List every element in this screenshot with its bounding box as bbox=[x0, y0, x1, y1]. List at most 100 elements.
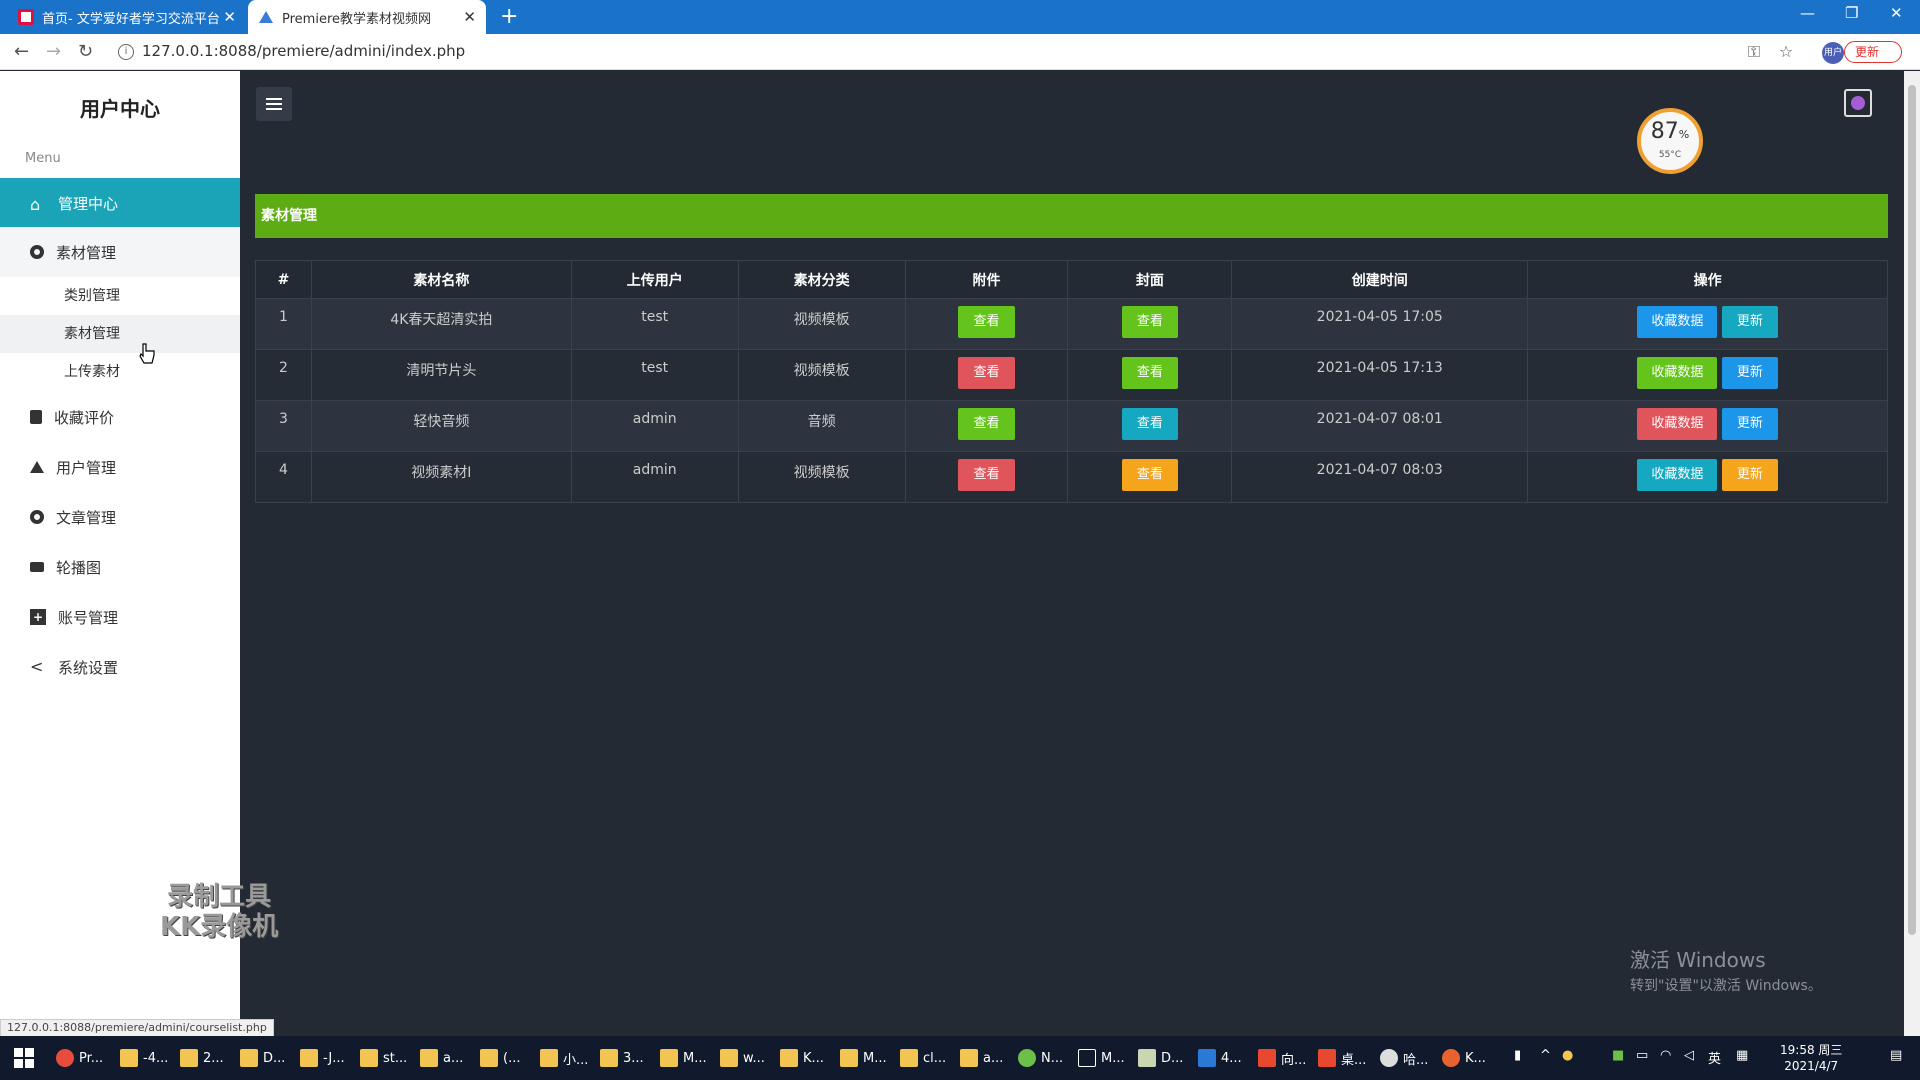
taskbar-item[interactable]: Pr... bbox=[56, 1046, 103, 1070]
view-cover-button[interactable]: 查看 bbox=[1121, 357, 1178, 389]
taskbar-item[interactable]: 3... bbox=[600, 1046, 644, 1070]
taskbar-item[interactable]: -4... bbox=[120, 1046, 168, 1070]
close-icon[interactable]: ✕ bbox=[463, 8, 476, 26]
folder-icon bbox=[180, 1049, 198, 1067]
minimize-icon[interactable]: — bbox=[1800, 4, 1815, 22]
restore-icon[interactable]: ❐ bbox=[1845, 4, 1858, 22]
collect-data-button[interactable]: 收藏数据 bbox=[1637, 306, 1718, 338]
window-close-icon[interactable]: ✕ bbox=[1890, 4, 1903, 22]
taskbar-item[interactable]: D... bbox=[1138, 1046, 1183, 1070]
collect-data-button[interactable]: 收藏数据 bbox=[1637, 459, 1718, 491]
chevron-up-icon[interactable]: ^ bbox=[1540, 1048, 1551, 1063]
taskbar-item[interactable]: 桌... bbox=[1318, 1046, 1366, 1070]
taskbar-item[interactable]: N... bbox=[1018, 1046, 1063, 1070]
url-input[interactable]: 127.0.0.1:8088/premiere/admini/index.php bbox=[142, 42, 465, 60]
material-name: 视频素材I bbox=[310, 451, 572, 503]
profile-avatar[interactable]: 用户 bbox=[1822, 42, 1844, 64]
sidebar-subitem-materials[interactable]: 素材管理 bbox=[0, 315, 240, 353]
forward-icon[interactable]: → bbox=[46, 41, 61, 62]
upload-user: test bbox=[570, 298, 739, 350]
gauge-temp: 55°C bbox=[1658, 150, 1682, 160]
taskbar-item[interactable]: 小... bbox=[540, 1046, 588, 1070]
pen-icon bbox=[1078, 1049, 1096, 1067]
sidebar-item-carousel[interactable]: 轮播图 bbox=[0, 542, 240, 592]
taskbar-item[interactable]: a... bbox=[420, 1046, 463, 1070]
new-tab-icon[interactable]: + bbox=[500, 4, 518, 30]
sidebar-item-users[interactable]: 用户管理 bbox=[0, 442, 240, 492]
upload-user: admin bbox=[570, 400, 739, 452]
collect-data-button[interactable]: 收藏数据 bbox=[1637, 357, 1718, 389]
taskbar-item[interactable]: 向... bbox=[1258, 1046, 1306, 1070]
taskbar-item[interactable]: cl... bbox=[900, 1046, 946, 1070]
taskbar-item[interactable]: st... bbox=[360, 1046, 407, 1070]
windows-start-icon[interactable] bbox=[14, 1048, 34, 1068]
recorder-watermark: 录制工具 KK录像机 bbox=[160, 882, 278, 942]
ime-indicator[interactable]: 英 bbox=[1708, 1048, 1721, 1067]
folder-icon bbox=[540, 1049, 558, 1067]
scrollbar-thumb[interactable] bbox=[1908, 85, 1916, 935]
menu-toggle-icon[interactable] bbox=[256, 87, 292, 121]
taskbar-item[interactable]: M... bbox=[840, 1046, 887, 1070]
battery-icon[interactable]: ▮ bbox=[1514, 1048, 1521, 1063]
app-icon[interactable] bbox=[1844, 89, 1872, 117]
taskbar-item[interactable]: 2... bbox=[180, 1046, 224, 1070]
scrollbar[interactable] bbox=[1904, 71, 1920, 1036]
taskbar-item[interactable]: D... bbox=[240, 1046, 285, 1070]
taskbar-item[interactable]: M... bbox=[660, 1046, 707, 1070]
sidebar-item-accounts[interactable]: + 账号管理 bbox=[0, 592, 240, 642]
upload-user: test bbox=[570, 349, 739, 401]
view-cover-button[interactable]: 查看 bbox=[1121, 306, 1178, 338]
page-title: 素材管理 bbox=[255, 194, 1888, 238]
update-button[interactable]: 更新 bbox=[1721, 357, 1778, 389]
taskbar-item[interactable]: a... bbox=[960, 1046, 1003, 1070]
taskbar-item[interactable]: M... bbox=[1078, 1046, 1125, 1070]
sidebar-item-label: 素材管理 bbox=[56, 243, 117, 262]
taskbar-item[interactable]: K... bbox=[1442, 1046, 1486, 1070]
folder-icon bbox=[960, 1049, 978, 1067]
taskbar-item[interactable]: K... bbox=[780, 1046, 824, 1070]
taskbar-item[interactable]: 哈... bbox=[1380, 1046, 1428, 1070]
key-icon[interactable]: ⚿ bbox=[1745, 43, 1763, 61]
taskbar-item[interactable]: (... bbox=[480, 1046, 520, 1070]
taskbar-item[interactable]: 4... bbox=[1198, 1046, 1242, 1070]
view-attachment-button[interactable]: 查看 bbox=[958, 306, 1015, 338]
sidebar-item-dashboard[interactable]: ⌂ 管理中心 bbox=[0, 178, 240, 228]
view-attachment-button[interactable]: 查看 bbox=[958, 459, 1015, 491]
star-icon[interactable]: ☆ bbox=[1777, 43, 1795, 61]
browser-tab[interactable]: 首页- 文学爱好者学习交流平台 ✕ bbox=[8, 0, 246, 34]
keyboard-icon[interactable]: ▦ bbox=[1736, 1048, 1748, 1063]
update-button[interactable]: 更新 bbox=[1721, 408, 1778, 440]
material-name: 轻快音频 bbox=[310, 400, 572, 452]
view-cover-button[interactable]: 查看 bbox=[1121, 408, 1178, 440]
clock[interactable]: 19:58 周三 2021/4/7 bbox=[1780, 1042, 1842, 1074]
notification-icon[interactable]: ▤ bbox=[1890, 1048, 1902, 1063]
created-time: 2021-04-05 17:13 bbox=[1231, 349, 1529, 401]
address-bar: ← → ↻ i 127.0.0.1:8088/premiere/admini/i… bbox=[0, 34, 1920, 70]
view-cover-button[interactable]: 查看 bbox=[1121, 459, 1178, 491]
reload-icon[interactable]: ↻ bbox=[78, 41, 93, 62]
taskbar-item[interactable]: -J... bbox=[300, 1046, 345, 1070]
sidebar-subitem-upload[interactable]: 上传素材 bbox=[0, 353, 240, 391]
taskbar-item[interactable]: w... bbox=[720, 1046, 765, 1070]
sidebar-subitem-categories[interactable]: 类别管理 bbox=[0, 277, 240, 315]
tray-app-icon[interactable]: ● bbox=[1562, 1048, 1573, 1063]
sidebar-item-articles[interactable]: 文章管理 bbox=[0, 492, 240, 542]
browser-tab-active[interactable]: Premiere教学素材视频网 ✕ bbox=[248, 0, 486, 34]
info-icon[interactable]: i bbox=[118, 44, 134, 60]
sidebar-item-materials[interactable]: 素材管理 bbox=[0, 227, 240, 277]
wifi-icon[interactable]: ◠ bbox=[1660, 1048, 1671, 1063]
sidebar-item-settings[interactable]: < 系统设置 bbox=[0, 642, 240, 692]
menu-label: Menu bbox=[25, 151, 61, 166]
view-attachment-button[interactable]: 查看 bbox=[958, 357, 1015, 389]
tray-app-icon[interactable]: ■ bbox=[1612, 1048, 1624, 1063]
update-button[interactable]: 更新 bbox=[1843, 41, 1902, 63]
update-button[interactable]: 更新 bbox=[1721, 459, 1778, 491]
network-icon[interactable]: ▭ bbox=[1636, 1048, 1648, 1063]
sidebar-item-favorites[interactable]: 收藏评价 bbox=[0, 392, 240, 442]
update-button[interactable]: 更新 bbox=[1721, 306, 1778, 338]
view-attachment-button[interactable]: 查看 bbox=[958, 408, 1015, 440]
back-icon[interactable]: ← bbox=[14, 41, 29, 62]
close-icon[interactable]: ✕ bbox=[223, 8, 236, 26]
volume-icon[interactable]: ◁ bbox=[1684, 1048, 1694, 1063]
collect-data-button[interactable]: 收藏数据 bbox=[1637, 408, 1718, 440]
